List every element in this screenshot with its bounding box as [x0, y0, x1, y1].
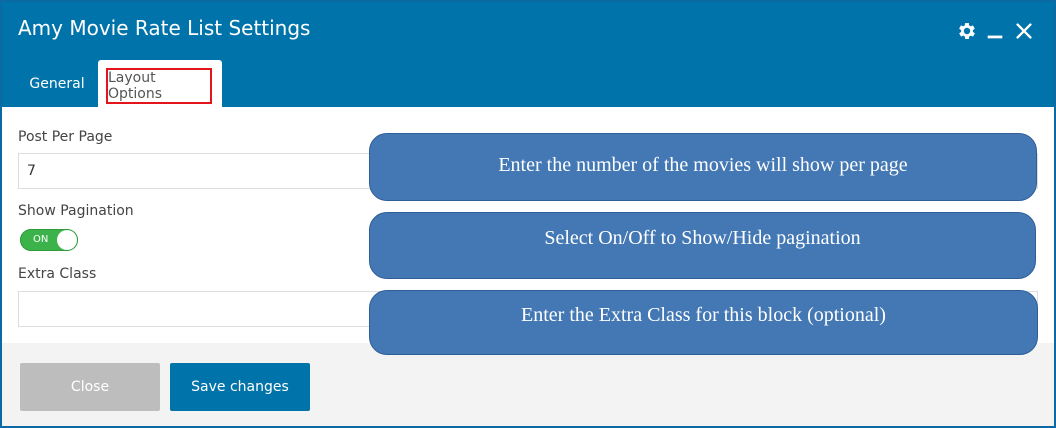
save-changes-button[interactable]: Save changes	[170, 363, 310, 411]
callout-post-per-page: Enter the number of the movies will show…	[369, 133, 1037, 201]
callout-extra-class: Enter the Extra Class for this block (op…	[369, 290, 1038, 355]
tab-layout-options-label: Layout Options	[106, 68, 212, 104]
dialog-title: Amy Movie Rate List Settings	[18, 16, 311, 40]
close-button[interactable]: Close	[20, 363, 160, 411]
callout-show-pagination: Select On/Off to Show/Hide pagination	[369, 212, 1036, 279]
show-pagination-label: Show Pagination	[18, 203, 134, 219]
gear-icon[interactable]	[956, 20, 978, 42]
extra-class-label: Extra Class	[18, 266, 97, 282]
pagination-toggle[interactable]: ON	[20, 229, 78, 251]
tab-general[interactable]: General	[18, 60, 96, 107]
minimize-icon[interactable]	[984, 20, 1006, 42]
post-per-page-label: Post Per Page	[18, 129, 113, 145]
dialog-header: Amy Movie Rate List Settings General Lay…	[2, 2, 1054, 107]
toggle-state-text: ON	[33, 234, 49, 245]
toggle-knob	[57, 230, 77, 250]
close-icon[interactable]	[1013, 20, 1035, 42]
tab-layout-options[interactable]: Layout Options	[98, 60, 222, 107]
settings-dialog: Amy Movie Rate List Settings General Lay…	[0, 0, 1056, 428]
